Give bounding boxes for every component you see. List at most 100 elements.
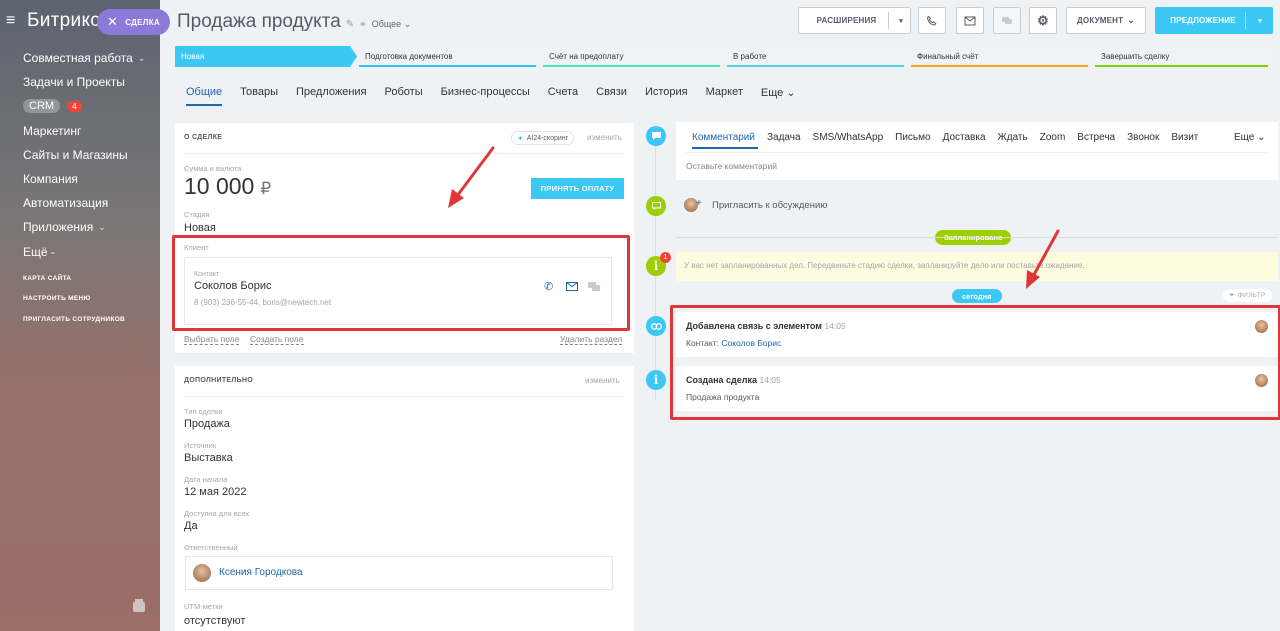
extensions-button[interactable]: РАСШИРЕНИЯ ▾ bbox=[798, 7, 911, 34]
tab-comment[interactable]: Комментарий bbox=[692, 132, 755, 143]
tab-more[interactable]: Еще ⌄ bbox=[761, 86, 796, 106]
stage-new[interactable]: Новая bbox=[175, 46, 357, 67]
chevron-down-icon: ⌄ bbox=[137, 52, 146, 63]
ai-scoring-chip[interactable]: ✦ AI24-скоринг bbox=[511, 131, 575, 145]
close-deal-slider-button[interactable]: ✕ СДЕЛКА bbox=[97, 9, 170, 35]
tab-call[interactable]: Звонок bbox=[1127, 132, 1159, 143]
sidebar-item-tasks[interactable]: Задачи и Проекты bbox=[23, 70, 158, 94]
offer-button[interactable]: ПРЕДЛОЖЕНИЕ ▾ bbox=[1155, 7, 1273, 34]
pencil-icon[interactable]: ✎ bbox=[346, 19, 354, 30]
tab-offers[interactable]: Предложения bbox=[296, 86, 367, 106]
menu-burger-icon[interactable]: ≡ bbox=[6, 12, 22, 30]
tab-relations[interactable]: Связи bbox=[596, 86, 627, 106]
field-value: Выставка bbox=[184, 452, 233, 464]
envelope-icon bbox=[964, 16, 976, 25]
tab-sms[interactable]: SMS/WhatsApp bbox=[813, 132, 884, 143]
tab-bizproc[interactable]: Бизнес-процессы bbox=[441, 86, 530, 106]
configure-menu-link[interactable]: НАСТРОИТЬ МЕНЮ bbox=[23, 295, 158, 302]
chevron-down-icon: ⌄ bbox=[1127, 15, 1135, 25]
close-icon: ✕ bbox=[107, 14, 119, 29]
delete-section-link[interactable]: Удалить раздел bbox=[560, 335, 623, 345]
tab-wait[interactable]: Ждать bbox=[998, 132, 1028, 143]
invite-text[interactable]: Пригласить к обсуждению bbox=[712, 200, 827, 211]
chat-icon bbox=[1002, 16, 1012, 24]
stage-label: Стадия bbox=[184, 210, 210, 219]
plus-icon[interactable]: + bbox=[696, 198, 702, 209]
invite-users-link[interactable]: ПРИГЛАСИТЬ СОТРУДНИКОВ bbox=[23, 316, 158, 323]
sidebar-item-more[interactable]: Ещё - bbox=[23, 240, 158, 264]
tab-robots[interactable]: Роботы bbox=[385, 86, 423, 106]
stage-value: Новая bbox=[184, 222, 216, 234]
settings-button[interactable]: ⚙ bbox=[1029, 7, 1057, 34]
tab-visit[interactable]: Визит bbox=[1171, 132, 1198, 143]
stage-in-work[interactable]: В работе bbox=[727, 46, 911, 67]
stage-color-bar bbox=[359, 65, 536, 67]
sidebar-menu: Совместная работа ⌄ Задачи и Проекты CRM 4… bbox=[23, 46, 158, 264]
utm-value: отсутствуют bbox=[184, 615, 246, 627]
select-field-link[interactable]: Выбрать поле bbox=[184, 335, 240, 345]
invite-row[interactable]: + Пригласить к обсуждению bbox=[676, 192, 1278, 219]
field-value: Да bbox=[184, 520, 198, 532]
field-value: 12 мая 2022 bbox=[184, 486, 247, 498]
stage-docs[interactable]: Подготовка документов bbox=[359, 46, 543, 67]
tab-delivery[interactable]: Доставка bbox=[943, 132, 986, 143]
highlight-frame bbox=[172, 235, 630, 331]
sidebar-item-automation[interactable]: Автоматизация bbox=[23, 191, 158, 215]
editor-more-tab[interactable]: Еще ⌄ bbox=[1234, 132, 1266, 143]
stage-prepay[interactable]: Счёт на предоплату bbox=[543, 46, 727, 67]
field-label: Тип сделки bbox=[184, 407, 223, 416]
link-icon[interactable]: ⚭ bbox=[359, 19, 367, 30]
tab-history[interactable]: История bbox=[645, 86, 688, 106]
comment-icon bbox=[646, 126, 666, 146]
chevron-down-icon: ⌄ bbox=[786, 87, 796, 99]
document-button[interactable]: ДОКУМЕНТ ⌄ bbox=[1066, 7, 1146, 34]
accept-payment-button[interactable]: ПРИНЯТЬ ОПЛАТУ bbox=[531, 178, 624, 199]
sidebar-item-company[interactable]: Компания bbox=[23, 167, 158, 191]
chat-button[interactable] bbox=[993, 7, 1021, 34]
active-tab-underline bbox=[692, 147, 758, 149]
edit-link[interactable]: изменить bbox=[585, 376, 620, 385]
chat-bubble-icon bbox=[646, 196, 666, 216]
divider bbox=[184, 153, 624, 154]
sidebar-item-collab[interactable]: Совместная работа ⌄ bbox=[23, 46, 158, 70]
counter-badge: 1 bbox=[660, 252, 671, 263]
tab-general[interactable]: Общие bbox=[186, 86, 223, 106]
sitemap-link[interactable]: КАРТА САЙТА bbox=[23, 275, 158, 282]
category-select[interactable]: Общее ⌄ bbox=[372, 19, 412, 30]
stage-color-bar bbox=[1095, 65, 1268, 67]
sidebar-item-sites[interactable]: Сайты и Магазины bbox=[23, 143, 158, 167]
responsible-name[interactable]: Ксения Городкова bbox=[219, 567, 303, 578]
dropdown-arrow-icon: ▾ bbox=[1258, 17, 1262, 25]
filter-button[interactable]: ⏷ ФИЛЬТР bbox=[1223, 289, 1272, 302]
tab-invoices[interactable]: Счета bbox=[548, 86, 578, 106]
tab-task[interactable]: Задача bbox=[767, 132, 801, 143]
notification-badge: 4 bbox=[67, 100, 82, 112]
create-field-link[interactable]: Создать поле bbox=[250, 335, 304, 345]
edit-link[interactable]: изменить bbox=[587, 133, 622, 142]
tab-meeting[interactable]: Встреча bbox=[1077, 132, 1115, 143]
annotation-arrow bbox=[448, 146, 495, 208]
sidebar-item-crm[interactable]: CRM 4 bbox=[23, 94, 158, 118]
tab-email[interactable]: Письмо bbox=[895, 132, 930, 143]
email-button[interactable] bbox=[956, 7, 984, 34]
tab-market[interactable]: Маркет bbox=[706, 86, 743, 106]
phone-icon bbox=[926, 15, 937, 26]
sidebar-item-marketing[interactable]: Маркетинг bbox=[23, 119, 158, 143]
sidebar-item-apps[interactable]: Приложения ⌄ bbox=[23, 215, 158, 239]
divider bbox=[686, 152, 1270, 153]
page-title[interactable]: Продажа продукта bbox=[177, 11, 341, 33]
funnel-icon: ⏷ bbox=[1229, 291, 1235, 299]
editor-tabs: Комментарий Задача SMS/WhatsApp Письмо Д… bbox=[692, 132, 1210, 143]
print-icon[interactable] bbox=[133, 599, 145, 612]
sum-value: 10 000 ₽ bbox=[184, 173, 272, 199]
stage-complete[interactable]: Завершить сделку bbox=[1095, 46, 1275, 67]
phone-button[interactable] bbox=[918, 7, 946, 34]
tab-zoom[interactable]: Zoom bbox=[1040, 132, 1066, 143]
planned-notice: У вас нет запланированных дел. Передвинь… bbox=[676, 252, 1278, 281]
comment-input[interactable]: Оставьте комментарий bbox=[686, 161, 777, 171]
tab-products[interactable]: Товары bbox=[240, 86, 278, 106]
chevron-down-icon: ⌄ bbox=[98, 221, 106, 232]
sparkle-icon: ✦ bbox=[517, 133, 524, 143]
logo[interactable]: ≡ Битрикс bbox=[6, 10, 100, 32]
stage-final-invoice[interactable]: Финальный счёт bbox=[911, 46, 1095, 67]
